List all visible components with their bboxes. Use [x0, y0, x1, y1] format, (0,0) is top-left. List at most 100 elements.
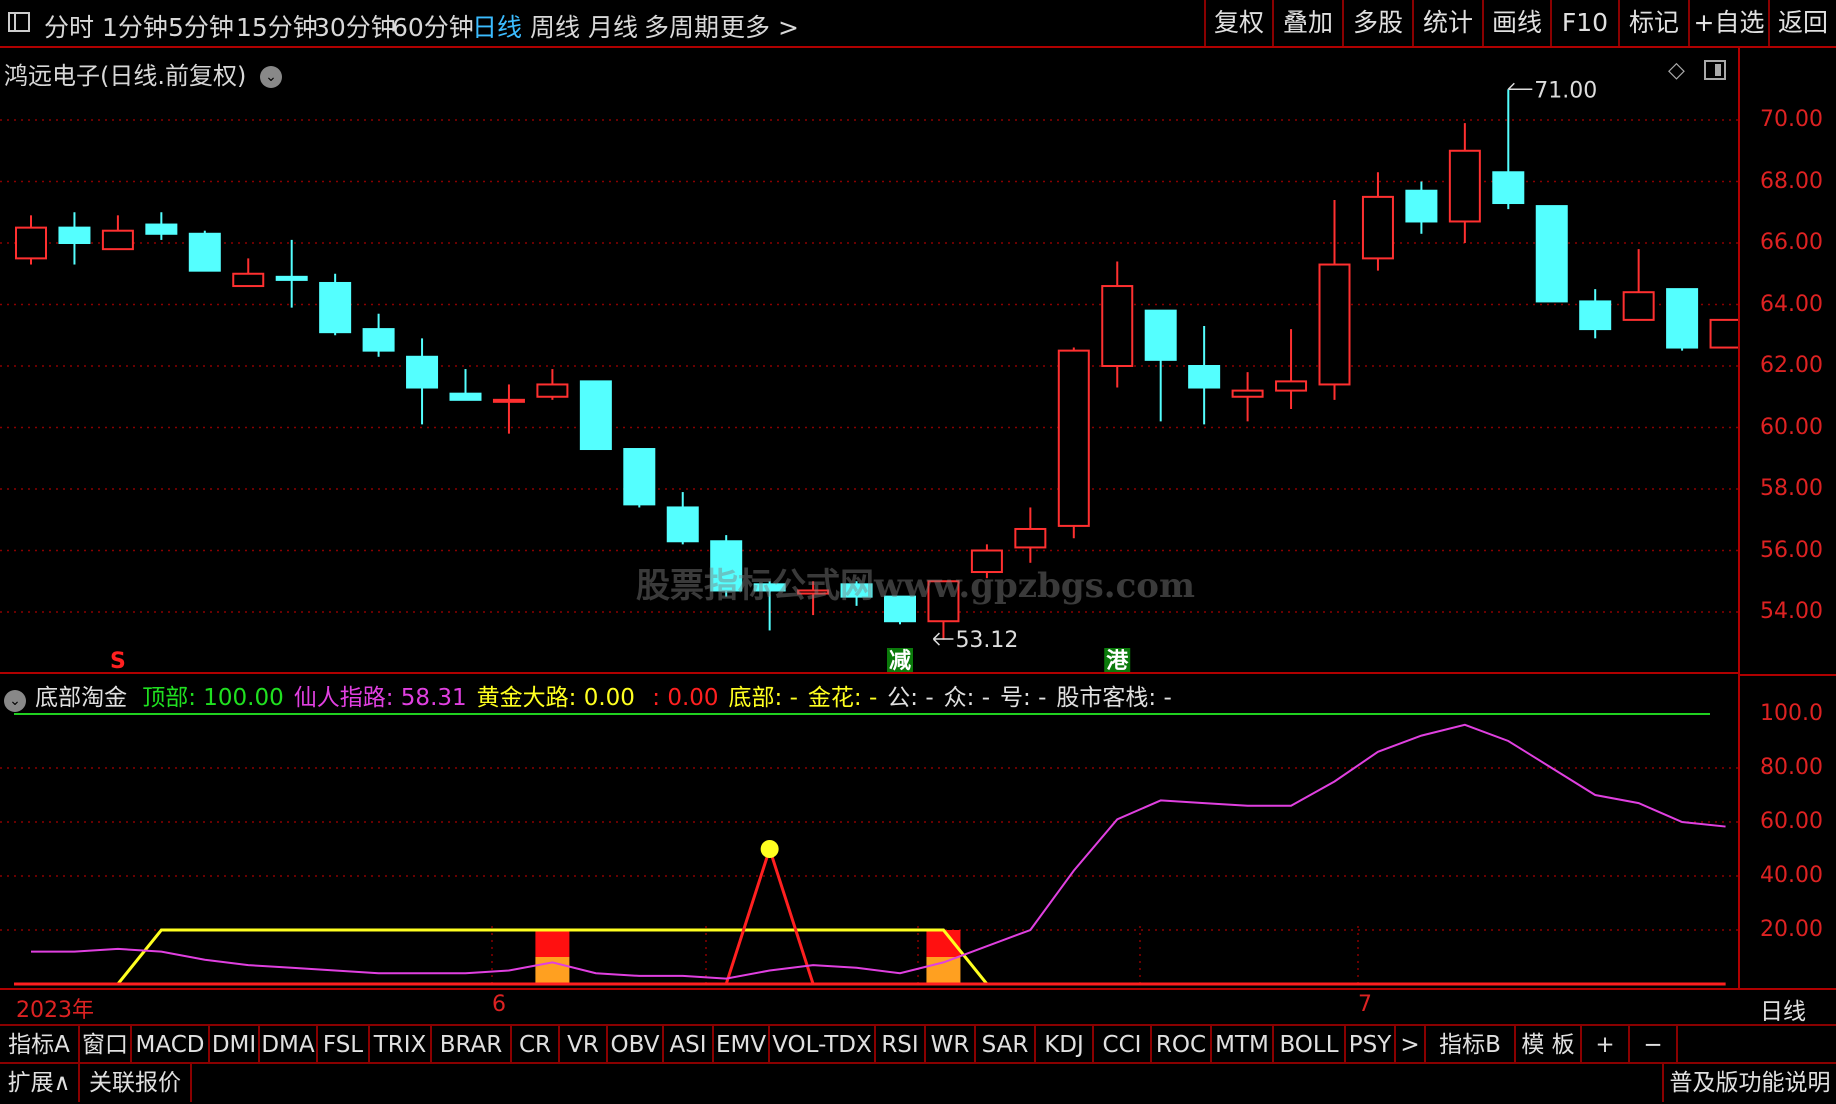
- toolbar-button-0[interactable]: 复权: [1204, 0, 1272, 46]
- period-tab-7[interactable]: 周线: [530, 8, 580, 44]
- indicator-tab-trix-6[interactable]: TRIX: [370, 1026, 432, 1064]
- indicator-tab-vol-tdx-13[interactable]: VOL-TDX: [770, 1026, 876, 1064]
- period-tab-5[interactable]: 60分钟: [392, 8, 474, 44]
- indicator-chart[interactable]: [0, 676, 1738, 990]
- candle[interactable]: [1101, 261, 1134, 388]
- candle[interactable]: [1361, 172, 1394, 271]
- toolbar-button-5[interactable]: F10: [1550, 0, 1618, 46]
- indicator-tab-dmi-3[interactable]: DMI: [210, 1026, 260, 1064]
- indicator-tab-dma-4[interactable]: DMA: [260, 1026, 318, 1064]
- version-info-button[interactable]: 普及版功能说明: [1662, 1064, 1836, 1102]
- candle[interactable]: [406, 338, 439, 425]
- candle[interactable]: [1014, 507, 1047, 563]
- price-axis-label: 60.00: [1760, 414, 1823, 440]
- candle[interactable]: [1275, 329, 1308, 410]
- candle[interactable]: [58, 212, 91, 265]
- indicator-axis-label: 100.0: [1760, 701, 1823, 726]
- indicator-tab-mtm-20[interactable]: MTM: [1212, 1026, 1274, 1064]
- period-tab-1[interactable]: 1分钟: [102, 8, 168, 44]
- candle[interactable]: [1709, 318, 1738, 349]
- candle[interactable]: [15, 215, 47, 265]
- period-tab-2[interactable]: 5分钟: [168, 8, 234, 44]
- candle[interactable]: [1057, 347, 1090, 539]
- expand-button[interactable]: 扩展∧: [0, 1064, 80, 1102]
- linked-quote-button[interactable]: 关联报价: [80, 1064, 192, 1102]
- indicator-tab-boll-21[interactable]: BOLL: [1274, 1026, 1346, 1064]
- candle[interactable]: [623, 448, 656, 508]
- indicator-tab-cr-8[interactable]: CR: [512, 1026, 560, 1064]
- candle[interactable]: [1188, 326, 1221, 425]
- indicator-tab-roc-19[interactable]: ROC: [1152, 1026, 1212, 1064]
- period-toolbar: 分时 1分钟 5分钟 15分钟 30分钟 60分钟 日线 周线 月线 多周期 更多 > 复权 叠加 多股…: [0, 0, 1836, 48]
- indicator-axis-label: 60.00: [1760, 809, 1823, 834]
- indicator-tab-vr-9[interactable]: VR: [560, 1026, 608, 1064]
- candle[interactable]: [145, 212, 178, 240]
- indicator-tab-item-27[interactable]: −: [1630, 1026, 1678, 1064]
- candle[interactable]: [319, 273, 352, 336]
- toolbar-button-6[interactable]: 标记: [1618, 0, 1688, 46]
- indicator-tab-b-24[interactable]: 指标B: [1426, 1026, 1516, 1064]
- indicator-tab-item-25[interactable]: 模 板: [1516, 1026, 1582, 1064]
- indicator-tab-kdj-17[interactable]: KDJ: [1036, 1026, 1094, 1064]
- axis-divider: [1738, 674, 1836, 676]
- period-tab-6[interactable]: 日线: [472, 8, 522, 44]
- toolbar-button-1[interactable]: 叠加: [1272, 0, 1342, 46]
- indicator-tab-cci-18[interactable]: CCI: [1094, 1026, 1152, 1064]
- indicator-tab-wr-15[interactable]: WR: [926, 1026, 976, 1064]
- candle[interactable]: [1622, 249, 1655, 321]
- low-price-label: 53.12: [955, 628, 1018, 653]
- candle[interactable]: [101, 215, 134, 251]
- toolbar-button-8[interactable]: 返回: [1768, 0, 1836, 46]
- indicator-tab-macd-2[interactable]: MACD: [132, 1026, 210, 1064]
- candle[interactable]: [1666, 288, 1699, 351]
- indicator-tab-psy-22[interactable]: PSY: [1346, 1026, 1396, 1064]
- candle[interactable]: [579, 380, 612, 451]
- period-tab-4[interactable]: 30分钟: [314, 8, 396, 44]
- indicator-tab-brar-7[interactable]: BRAR: [432, 1026, 512, 1064]
- toolbar-button-3[interactable]: 统计: [1412, 0, 1482, 46]
- candle[interactable]: [1405, 181, 1438, 234]
- indicator-tab-asi-11[interactable]: ASI: [664, 1026, 714, 1064]
- candle[interactable]: [188, 230, 221, 272]
- xianren-line: [31, 723, 1726, 980]
- candle[interactable]: [1535, 205, 1568, 303]
- layout-toggle-icon[interactable]: [8, 12, 30, 32]
- candle[interactable]: [1231, 372, 1264, 422]
- toolbar-button-2[interactable]: 多股: [1342, 0, 1412, 46]
- toolbar-button-7[interactable]: +自选: [1688, 0, 1768, 46]
- candle[interactable]: [1318, 199, 1351, 400]
- price-axis-label: 64.00: [1760, 291, 1823, 317]
- candle[interactable]: [492, 384, 525, 434]
- candle[interactable]: [362, 313, 395, 357]
- indicator-tab-a-0[interactable]: 指标A: [0, 1026, 80, 1064]
- period-tab-0[interactable]: 分时: [44, 8, 94, 44]
- candle[interactable]: [275, 239, 308, 308]
- candle[interactable]: [232, 258, 265, 288]
- price-axis-label: 54.00: [1760, 599, 1823, 624]
- candle[interactable]: [1492, 89, 1525, 210]
- candle[interactable]: [666, 492, 699, 545]
- status-bar: 扩展∧ 关联报价 普及版功能说明: [0, 1064, 1836, 1104]
- watermark: 股票指标公式网www.gpzbgs.com: [636, 566, 1195, 606]
- indicator-tab-emv-12[interactable]: EMV: [714, 1026, 770, 1064]
- candle[interactable]: [1579, 289, 1612, 339]
- candle[interactable]: [449, 369, 482, 401]
- candle[interactable]: [1448, 123, 1481, 243]
- period-label[interactable]: 日线: [1760, 992, 1806, 1026]
- golden-flower-icon: [760, 840, 779, 858]
- period-tab-9[interactable]: 多周期: [644, 8, 719, 44]
- candle[interactable]: [536, 369, 569, 400]
- candle[interactable]: [1144, 309, 1177, 422]
- indicator-tab-obv-10[interactable]: OBV: [608, 1026, 664, 1064]
- price-axis-label: 56.00: [1760, 537, 1823, 563]
- indicator-tab-fsl-5[interactable]: FSL: [318, 1026, 370, 1064]
- indicator-tab-rsi-14[interactable]: RSI: [876, 1026, 926, 1064]
- period-tab-8[interactable]: 月线: [588, 8, 638, 44]
- toolbar-button-4[interactable]: 画线: [1482, 0, 1550, 46]
- period-tab-10[interactable]: 更多 >: [720, 8, 799, 44]
- indicator-tab-sar-16[interactable]: SAR: [976, 1026, 1036, 1064]
- period-tab-3[interactable]: 15分钟: [236, 8, 318, 44]
- indicator-tab-item-1[interactable]: 窗口: [80, 1026, 132, 1064]
- indicator-tab-item-23[interactable]: >: [1396, 1026, 1426, 1064]
- indicator-tab-item-26[interactable]: +: [1582, 1026, 1630, 1064]
